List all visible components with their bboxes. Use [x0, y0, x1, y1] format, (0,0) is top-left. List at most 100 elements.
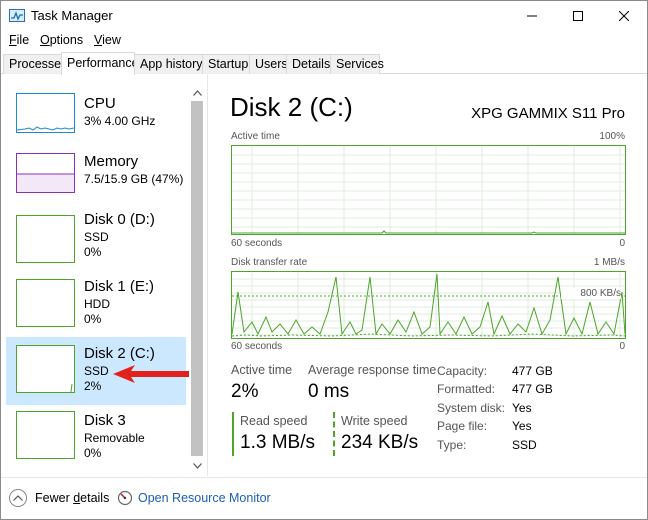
- resource-usage: 0%: [84, 446, 102, 460]
- memory-thumbnail-graph: [16, 153, 75, 193]
- menu-view[interactable]: View: [94, 33, 121, 47]
- disk-model: XPG GAMMIX S11 Pro: [471, 105, 625, 122]
- chevron-down-icon: [192, 463, 202, 469]
- tab-strip: Processes Performance App history Startu…: [1, 52, 647, 75]
- tab-startup[interactable]: Startup: [202, 54, 250, 74]
- tab-app-history[interactable]: App history: [134, 54, 203, 74]
- transfer-rate-graph: [231, 271, 626, 339]
- menu-options[interactable]: Options: [40, 33, 83, 47]
- menu-options-accesskey: O: [40, 33, 50, 47]
- maximize-icon: [573, 11, 583, 21]
- resource-subtitle: SSD: [84, 230, 109, 244]
- property-value: 477 GB: [512, 382, 553, 396]
- active-time-graph-duration: 60 seconds: [231, 238, 283, 249]
- disk-0-thumbnail-graph: [16, 215, 75, 263]
- resource-title: Disk 1 (E:): [84, 278, 155, 295]
- read-speed-indicator: [232, 412, 234, 456]
- resource-item-memory[interactable]: Memory 7.5/15.9 GB (47%): [6, 147, 186, 207]
- menu-file-accesskey: F: [9, 33, 17, 47]
- property-label: Type:: [437, 438, 467, 452]
- footer-bar: Fewer details Open Resource Monitor: [1, 477, 647, 519]
- resource-title: Memory: [84, 153, 139, 170]
- menu-file-label: ile: [16, 33, 30, 47]
- resource-monitor-icon: [117, 490, 133, 506]
- resource-item-disk-3[interactable]: Disk 3 Removable 0%: [6, 407, 186, 474]
- tab-users[interactable]: Users: [249, 54, 288, 74]
- active-time-label: Active time: [231, 363, 293, 377]
- read-speed-value: 1.3 MB/s: [240, 432, 315, 453]
- chevron-up-icon: [192, 90, 202, 96]
- read-speed-label: Read speed: [240, 414, 308, 428]
- property-value: Yes: [512, 419, 532, 433]
- menu-file[interactable]: File: [9, 33, 29, 47]
- fewer-details-label-pre: Fewer: [35, 491, 74, 505]
- menu-view-accesskey: V: [94, 33, 103, 47]
- scroll-up-button[interactable]: [189, 85, 205, 101]
- transfer-rate-graph-max: 1 MB/s: [593, 257, 625, 268]
- active-time-graph-label: Active time: [231, 131, 280, 142]
- avg-response-value: 0 ms: [308, 381, 350, 402]
- open-resource-monitor-link[interactable]: Open Resource Monitor: [117, 490, 271, 506]
- active-time-graph: [231, 145, 626, 235]
- resource-subtitle: SSD: [84, 364, 109, 378]
- active-time-value: 2%: [231, 381, 259, 402]
- resource-title: Disk 2 (C:): [84, 345, 155, 362]
- resource-subtitle: 3% 4.00 GHz: [84, 114, 156, 128]
- disk-1-thumbnail-graph: [16, 279, 75, 327]
- transfer-rate-graph-mid: 800 KB/s: [561, 288, 621, 299]
- cpu-thumbnail-graph: [16, 93, 75, 133]
- resource-item-cpu[interactable]: CPU 3% 4.00 GHz: [6, 87, 186, 147]
- transfer-rate-graph-duration: 60 seconds: [231, 341, 283, 352]
- resource-subtitle: 7.5/15.9 GB (47%): [84, 172, 184, 186]
- property-value: 477 GB: [512, 364, 553, 378]
- resource-list: CPU 3% 4.00 GHz Memory 7.5/15.9 GB (47%)…: [1, 75, 206, 476]
- tab-details[interactable]: Details: [286, 54, 331, 74]
- panel-divider: [207, 75, 208, 476]
- tab-processes[interactable]: Processes: [3, 54, 67, 74]
- resource-item-disk-1[interactable]: Disk 1 (E:) HDD 0%: [6, 274, 186, 341]
- task-manager-icon: [9, 9, 25, 22]
- write-speed-value: 234 KB/s: [341, 432, 419, 453]
- scroll-down-button[interactable]: [189, 458, 205, 474]
- open-resource-monitor-label: Open Resource Monitor: [138, 491, 271, 505]
- scrollbar-thumb[interactable]: [191, 101, 203, 456]
- minimize-icon: [527, 15, 537, 17]
- avg-response-label: Average response time: [308, 363, 437, 377]
- resource-usage: 0%: [84, 312, 102, 326]
- tab-services[interactable]: Services: [330, 54, 384, 74]
- menu-view-label: iew: [102, 33, 121, 47]
- active-time-graph-max: 100%: [599, 131, 625, 142]
- annotation-arrow-icon: [113, 365, 189, 383]
- property-label: Capacity:: [437, 364, 488, 378]
- close-button[interactable]: [601, 1, 647, 31]
- task-manager-window: Task Manager File Options View Processes…: [0, 0, 648, 520]
- disk-2-thumbnail-graph: [16, 345, 75, 393]
- title-bar[interactable]: Task Manager: [1, 1, 647, 31]
- transfer-rate-graph-min: 0: [619, 341, 625, 352]
- tab-performance[interactable]: Performance: [61, 52, 139, 75]
- property-label: Page file:: [437, 419, 488, 433]
- disk-title: Disk 2 (C:): [230, 92, 353, 122]
- maximize-button[interactable]: [555, 1, 601, 31]
- write-speed-indicator: [333, 412, 335, 456]
- transfer-rate-graph-label: Disk transfer rate: [231, 257, 308, 268]
- write-speed-label: Write speed: [341, 414, 408, 428]
- fewer-details-label: Fewer details: [35, 491, 109, 505]
- fewer-details-button[interactable]: Fewer details: [9, 487, 109, 509]
- active-time-graph-min: 0: [619, 238, 625, 249]
- property-label: Formatted:: [437, 382, 496, 396]
- resource-title: CPU: [84, 95, 116, 112]
- resource-usage: 0%: [84, 245, 102, 259]
- property-label: System disk:: [437, 401, 506, 415]
- property-value: SSD: [512, 438, 537, 452]
- minimize-button[interactable]: [509, 1, 555, 31]
- disk-3-thumbnail-graph: [16, 411, 75, 459]
- resource-title: Disk 0 (D:): [84, 211, 155, 228]
- menu-bar: File Options View: [1, 31, 647, 51]
- window-title: Task Manager: [31, 8, 113, 23]
- resource-usage: 2%: [84, 379, 102, 393]
- resource-title: Disk 3: [84, 412, 126, 429]
- close-icon: [619, 11, 629, 21]
- property-value: Yes: [512, 401, 532, 415]
- resource-item-disk-0[interactable]: Disk 0 (D:) SSD 0%: [6, 207, 186, 274]
